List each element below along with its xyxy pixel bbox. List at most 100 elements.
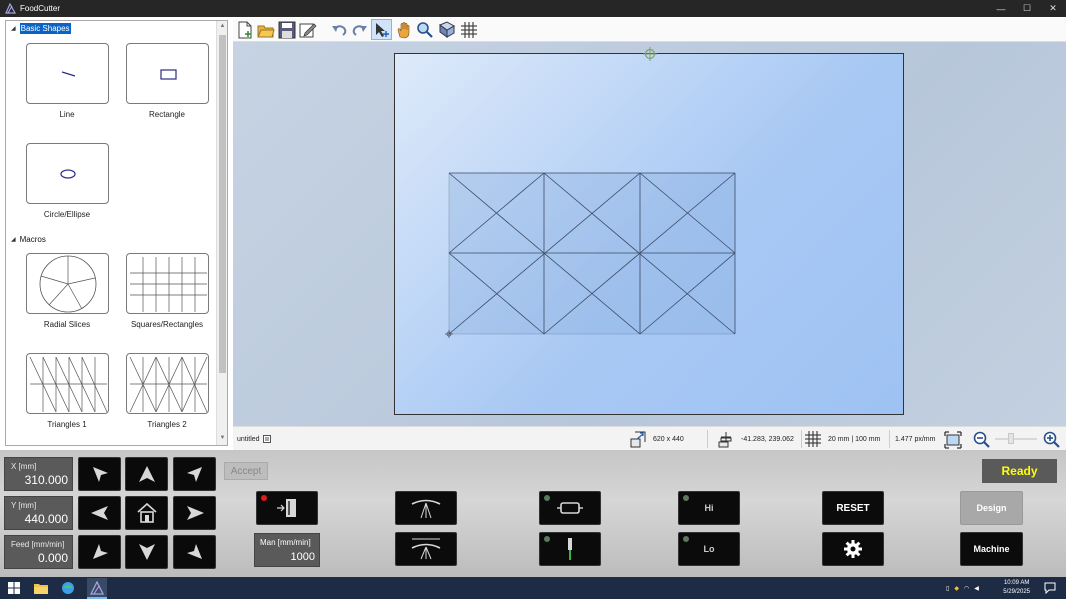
jog-down-left-button[interactable] (78, 535, 121, 569)
grid-status: 20 mm | 100 mm (804, 427, 880, 451)
scale-status: 1.477 px/mm (895, 427, 935, 451)
workpiece-area[interactable] (394, 53, 904, 415)
triangles-2-icon (129, 356, 208, 413)
zoom-slider-thumb[interactable] (1008, 433, 1014, 444)
jog-down-right-button[interactable] (173, 535, 216, 569)
lo-speed-button[interactable]: Lo (678, 532, 740, 566)
grid-icon (130, 257, 207, 312)
door-exit-icon (277, 499, 296, 517)
machine-mode-button[interactable]: Machine (960, 532, 1023, 566)
coordinate-icon (718, 432, 732, 448)
palette-scrollbar[interactable]: ▲ ▼ (216, 21, 227, 445)
close-button[interactable]: ✕ (1040, 0, 1066, 17)
scroll-up-arrow-icon[interactable]: ▲ (217, 23, 227, 33)
y-position-readout: Y [mm] 440.000 (4, 496, 73, 530)
zoom-in-icon[interactable] (1041, 429, 1062, 450)
wifi-icon[interactable]: ◠ (964, 585, 969, 592)
tile-triangles-1[interactable] (26, 353, 109, 414)
pan-hand-icon[interactable] (393, 19, 414, 40)
zoom-out-icon[interactable] (971, 429, 992, 450)
rectangle-icon (160, 69, 177, 80)
category-basic-shapes[interactable]: ◢ Basic Shapes (11, 23, 71, 34)
edit-icon[interactable] (297, 19, 318, 40)
triangles-1-icon (29, 356, 108, 413)
tile-rectangle[interactable] (126, 43, 209, 104)
door-led (261, 495, 267, 501)
select-icon[interactable] (371, 19, 392, 40)
settings-button[interactable] (822, 532, 884, 566)
browser-icon[interactable] (60, 580, 76, 596)
tile-radial-slices[interactable] (26, 253, 109, 314)
start-button[interactable] (6, 580, 22, 596)
y-label: Y [mm] (11, 501, 37, 510)
jog-up-left-button[interactable] (78, 457, 121, 491)
x-label: X [mm] (11, 462, 37, 471)
tile-ellipse[interactable] (26, 143, 109, 204)
minimize-button[interactable]: — (988, 0, 1014, 17)
undo-icon[interactable] (328, 19, 349, 40)
home-button[interactable] (125, 496, 168, 530)
knife-led (544, 536, 550, 542)
machine-control-panel: X [mm] 310.000 Y [mm] 440.000 Feed [mm/m… (0, 450, 1066, 577)
hi-speed-button[interactable]: Hi (678, 491, 740, 525)
arrow-right-icon (186, 506, 204, 520)
origin-marker-icon[interactable] (643, 47, 657, 61)
man-label: Man [mm/min] (260, 538, 311, 547)
jog-up-button[interactable] (125, 457, 168, 491)
blade-down-button[interactable] (395, 532, 457, 566)
notification-icon[interactable] (1042, 580, 1058, 596)
redo-icon[interactable] (349, 19, 370, 40)
tile-triangles-2[interactable] (126, 353, 209, 414)
jog-right-button[interactable] (173, 496, 216, 530)
clock[interactable]: 10:09 AM 5/29/2025 (1003, 579, 1030, 597)
file-explorer-icon[interactable] (33, 580, 49, 596)
manual-speed-readout: Man [mm/min] 1000 (254, 533, 320, 567)
expand-triangle-icon[interactable]: ◢ (11, 236, 16, 243)
knife-button[interactable] (539, 532, 601, 566)
shape-palette: ◢ Basic Shapes Line Rectangle Circle/Ell… (5, 20, 228, 446)
grid-icon[interactable] (458, 19, 479, 40)
open-folder-icon[interactable] (255, 19, 276, 40)
jog-down-button[interactable] (125, 535, 168, 569)
toolbar (233, 18, 1066, 42)
jog-up-right-button[interactable] (173, 457, 216, 491)
category-label: Basic Shapes (19, 23, 71, 34)
size-status: 620 x 440 (629, 427, 684, 451)
feed-label: Feed [mm/min] (11, 540, 65, 549)
tile-squares-rectangles[interactable] (126, 253, 209, 314)
arrow-down-left-icon (92, 544, 108, 559)
blade-down-icon (411, 538, 441, 560)
zoom-slider-track[interactable] (995, 438, 1037, 440)
taskbar: ▯ ◆ ◠ ◀ 10:09 AM 5/29/2025 (0, 577, 1066, 599)
fit-to-view-icon[interactable] (942, 429, 963, 450)
scroll-thumb[interactable] (219, 35, 226, 373)
maximize-button[interactable]: ☐ (1014, 0, 1040, 17)
expand-triangle-icon[interactable]: ◢ (11, 25, 16, 32)
scroll-down-arrow-icon[interactable]: ▼ (217, 435, 227, 445)
arrow-up-right-icon (186, 467, 202, 482)
reset-button[interactable]: RESET (822, 491, 884, 525)
conveyor-button[interactable] (539, 491, 601, 525)
save-icon[interactable] (276, 19, 297, 40)
tile-label-squares-rectangles: Squares/Rectangles (130, 320, 204, 329)
category-macros[interactable]: ◢ Macros (11, 235, 46, 244)
battery-icon[interactable]: ▯ (946, 585, 949, 592)
tile-label-line: Line (59, 110, 75, 119)
lo-label: Lo (703, 544, 715, 554)
design-mode-button[interactable]: Design (960, 491, 1023, 525)
hi-label: Hi (704, 503, 714, 513)
design-canvas[interactable] (233, 42, 1066, 426)
jog-left-button[interactable] (78, 496, 121, 530)
network-icon[interactable]: ◆ (954, 585, 959, 592)
foodcutter-task-icon[interactable] (87, 578, 107, 598)
door-button[interactable] (256, 491, 318, 525)
volume-icon[interactable]: ◀ (974, 585, 979, 592)
tile-line[interactable] (26, 43, 109, 104)
zoom-icon[interactable] (414, 19, 435, 40)
feed-value: 0.000 (37, 551, 68, 565)
new-file-icon[interactable] (234, 19, 255, 40)
measure-icon[interactable] (436, 19, 457, 40)
blade-up-button[interactable] (395, 491, 457, 525)
arrow-left-icon (90, 506, 108, 520)
accept-button[interactable]: Accept (224, 462, 268, 480)
